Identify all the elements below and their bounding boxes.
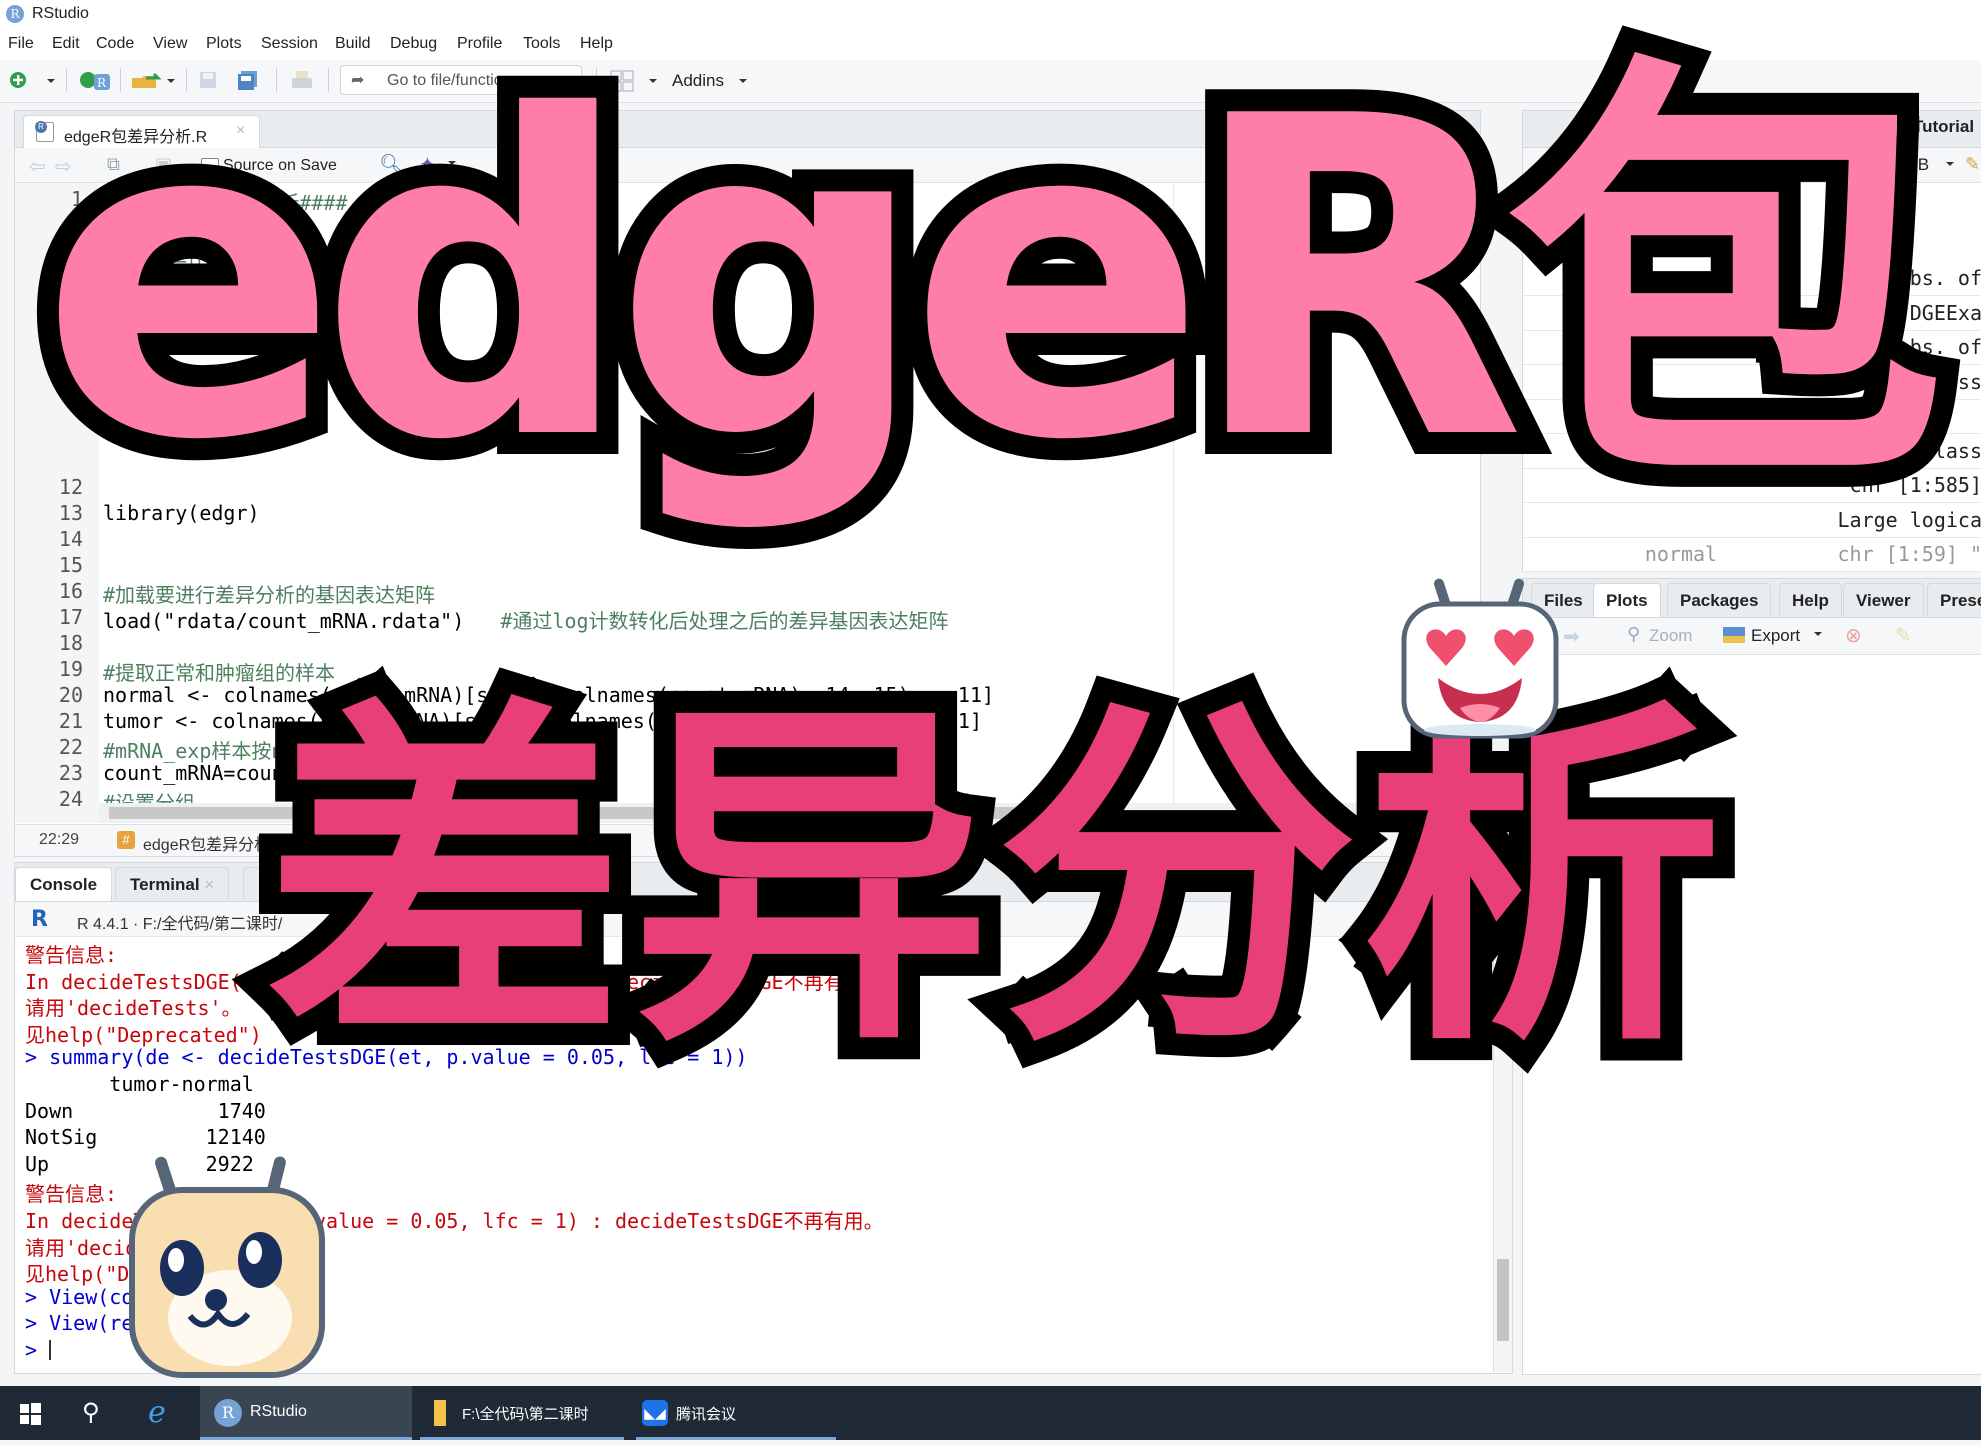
tab-viewer-label: Viewer: [1856, 591, 1911, 610]
console-output-line: NotSig 12140: [25, 1125, 266, 1149]
folder-icon: [434, 1400, 446, 1426]
console-output-line: tumor-normal: [25, 1072, 254, 1096]
taskbar-file-explorer[interactable]: F:\全代码\第二课时: [420, 1386, 624, 1440]
tencent-meeting-icon: ◣◢: [642, 1400, 668, 1426]
environment-value: normal chr [1:59] ": [1645, 542, 1981, 566]
code-segment: load("rdata/count_mRNA.rdata"): [103, 609, 464, 633]
export-menu[interactable]: Export: [1751, 626, 1800, 646]
menu-file[interactable]: File: [8, 35, 34, 53]
code-line: load("rdata/count_mRNA.rdata") #通过log计数转…: [103, 605, 949, 634]
overlay-title-line1: edgeR包: [40, 60, 1926, 500]
plots-toolbar: ➡ ⚲ Zoom Export ⊗ ✎: [1523, 618, 1981, 655]
taskbar-rstudio-label: RStudio: [250, 1403, 307, 1421]
export-image-icon: [1721, 626, 1747, 649]
heart-eyes-mascot-sticker: [1390, 570, 1570, 740]
taskbar-tencent-meeting[interactable]: ◣◢ 腾讯会议: [636, 1386, 836, 1440]
new-file-icon[interactable]: [8, 70, 30, 90]
broom-icon[interactable]: ✎: [1965, 154, 1980, 175]
tab-plots[interactable]: Plots: [1593, 583, 1661, 617]
cursor-position: 22:29: [39, 831, 79, 849]
tab-presentation[interactable]: Presentation: [1927, 583, 1981, 617]
tab-presentation-label: Presentation: [1940, 591, 1981, 610]
window-title: RStudio: [32, 5, 89, 23]
tab-help-label: Help: [1792, 591, 1829, 610]
taskbar-explorer-label: F:\全代码\第二课时: [462, 1403, 589, 1424]
r-version-path: R 4.4.1 · F:/全代码/第二课时/: [77, 910, 282, 934]
start-button[interactable]: [18, 1386, 48, 1440]
zoom-button[interactable]: Zoom: [1649, 626, 1692, 646]
environment-row[interactable]: normal chr [1:59] ": [1523, 537, 1981, 572]
console-warning-line: 请用'decideTests'。: [25, 992, 242, 1021]
tab-plots-label: Plots: [1606, 591, 1648, 610]
export-caret-icon[interactable]: [1813, 630, 1823, 649]
console-cursor: [49, 1340, 51, 1360]
overlay-title-line2: 差异分析: [265, 700, 1729, 1060]
files-tab-bar: Files Plots Packages Help Viewer Present…: [1523, 579, 1981, 618]
current-section-label[interactable]: edgeR包差异分析: [143, 831, 270, 855]
console-command-line: >: [25, 1338, 49, 1362]
console-output-line: Down 1740: [25, 1099, 266, 1123]
tab-terminal[interactable]: Terminal ×: [115, 867, 229, 901]
tab-terminal-label: Terminal: [130, 875, 200, 894]
taskbar-rstudio[interactable]: R RStudio: [200, 1386, 412, 1440]
comment-segment: #通过log计数转化后处理之后的差异基因表达矩阵: [464, 609, 948, 633]
tab-viewer[interactable]: Viewer: [1843, 583, 1924, 617]
tab-packages[interactable]: Packages: [1667, 583, 1771, 617]
memory-caret-icon[interactable]: [1945, 157, 1955, 176]
section-hash-icon: #: [117, 831, 135, 849]
console-warning-line: 见help("Deprecated"): [25, 1019, 262, 1048]
console-warning-line: 警告信息:: [25, 939, 117, 968]
code-line: #加载要进行差异分析的基因表达矩阵: [103, 579, 435, 608]
rstudio-app-icon: R: [214, 1399, 242, 1427]
rstudio-logo-icon: R: [6, 5, 24, 23]
r-logo-icon: R: [31, 907, 48, 932]
zoom-icon[interactable]: ⚲: [1627, 624, 1640, 645]
close-terminal-icon[interactable]: ×: [204, 875, 214, 894]
remove-plot-icon[interactable]: ⊗: [1845, 623, 1862, 648]
internet-explorer-icon[interactable]: e: [148, 1386, 182, 1440]
taskbar-meeting-label: 腾讯会议: [676, 1403, 736, 1424]
console-warning-line: 警告信息:: [25, 1178, 117, 1207]
tab-console[interactable]: Console: [15, 867, 112, 901]
clear-plots-broom-icon[interactable]: ✎: [1895, 623, 1912, 648]
tab-packages-label: Packages: [1680, 591, 1758, 610]
search-icon[interactable]: ⚲: [82, 1386, 112, 1440]
windows-logo-icon: [18, 1386, 42, 1440]
tab-help[interactable]: Help: [1779, 583, 1842, 617]
tab-console-label: Console: [30, 875, 97, 894]
windows-taskbar: ⚲ e R RStudio F:\全代码\第二课时 ◣◢ 腾讯会议: [0, 1386, 1981, 1440]
dog-mascot-sticker: [120, 1150, 335, 1380]
